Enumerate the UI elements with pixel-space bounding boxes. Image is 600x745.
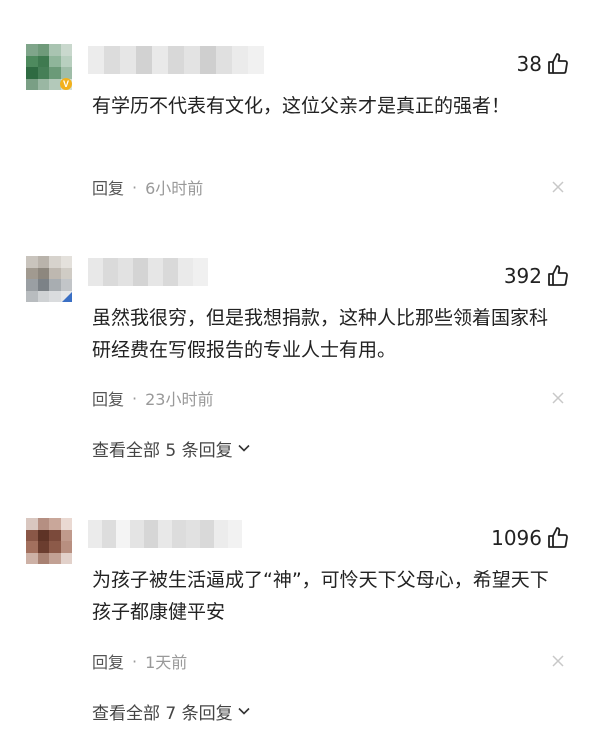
like-count: 38: [516, 52, 542, 76]
thumbs-up-icon: [548, 527, 568, 548]
comment-text: 有学历不代表有文化，这位父亲才是真正的强者！: [92, 95, 511, 117]
view-all-replies-link[interactable]: 查看全部 5 条回复: [92, 436, 251, 461]
like-count: 1096: [491, 526, 542, 550]
thumbs-up-icon: [548, 53, 568, 74]
thumbs-up-icon: [548, 265, 568, 286]
timestamp: 1天前: [145, 653, 188, 672]
meta-separator: ·: [132, 177, 138, 197]
close-icon[interactable]: [550, 653, 566, 669]
view-all-replies-label: 查看全部 7 条回复: [92, 703, 233, 724]
timestamp: 23小时前: [145, 390, 214, 409]
avatar[interactable]: [26, 256, 72, 302]
like-button[interactable]: 1096: [491, 524, 570, 552]
username-blurred[interactable]: [88, 46, 264, 74]
reply-button[interactable]: 回复: [92, 175, 124, 199]
close-icon[interactable]: [550, 179, 566, 195]
view-all-replies-link[interactable]: 查看全部 7 条回复: [92, 699, 251, 724]
comment-meta: 回复 · 6小时前: [92, 175, 203, 199]
chevron-down-icon: [238, 444, 250, 452]
view-all-replies-label: 查看全部 5 条回复: [92, 440, 233, 461]
like-button[interactable]: 38: [517, 50, 570, 78]
like-button[interactable]: 392: [504, 262, 570, 290]
comment-text: 虽然我很穷，但是我想捐款，这种人比那些领着国家科研经费在写假报告的专业人士有用。: [92, 307, 549, 361]
reply-button[interactable]: 回复: [92, 386, 124, 410]
comment-text: 为孩子被生活逼成了“神”，可怜天下父母心，希望天下孩子都康健平安: [92, 569, 549, 623]
reply-button[interactable]: 回复: [92, 649, 124, 673]
chevron-down-icon: [238, 707, 250, 715]
like-count: 392: [503, 264, 542, 288]
meta-separator: ·: [132, 651, 138, 671]
comment-meta: 回复 · 23小时前: [92, 386, 213, 410]
meta-separator: ·: [132, 388, 138, 408]
close-icon[interactable]: [550, 390, 566, 406]
verified-badge: V: [60, 78, 72, 90]
comment-meta: 回复 · 1天前: [92, 649, 187, 673]
timestamp: 6小时前: [145, 179, 204, 198]
avatar[interactable]: [26, 518, 72, 564]
username-blurred[interactable]: [88, 520, 242, 548]
username-blurred[interactable]: [88, 258, 208, 286]
